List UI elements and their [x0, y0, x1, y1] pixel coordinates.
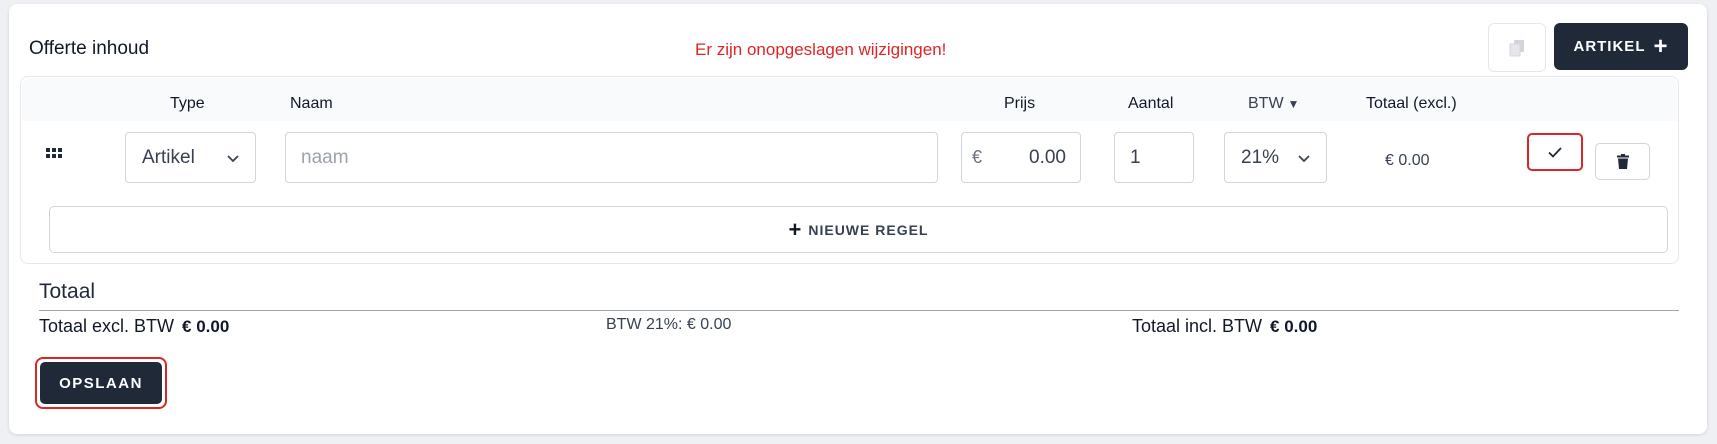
sort-caret-icon: ▼ [1287, 97, 1300, 111]
total-incl-label: Totaal incl. BTW [1132, 316, 1263, 336]
column-header-vat[interactable]: BTW ▼ [1248, 95, 1299, 113]
column-header-name: Naam [290, 95, 333, 112]
column-header-price: Prijs [1004, 95, 1036, 112]
name-input[interactable]: naam [285, 132, 938, 183]
copy-icon [1509, 39, 1524, 56]
total-excl-value: € 0.00 [182, 317, 230, 336]
row-total: € 0.00 [1385, 152, 1430, 169]
type-select-value: Artikel [142, 146, 195, 168]
chevron-down-icon [227, 154, 239, 162]
check-icon [1548, 146, 1562, 158]
name-input-placeholder: naam [301, 146, 349, 168]
chevron-down-icon [1298, 154, 1310, 162]
unsaved-changes-notice: Er zijn onopgeslagen wijzigingen! [695, 40, 947, 59]
vat-select-value: 21% [1241, 146, 1280, 168]
totals-heading: Totaal [39, 280, 96, 303]
total-excl-label: Totaal excl. BTW [39, 316, 175, 336]
add-article-button[interactable]: ARTIKEL + [1554, 23, 1688, 70]
currency-symbol: € [972, 147, 983, 167]
section-title: Offerte inhoud [29, 38, 150, 59]
vat-select[interactable]: 21% [1224, 132, 1327, 183]
total-incl-vat: Totaal incl. BTW € 0.00 [1132, 316, 1317, 337]
total-excl-vat: Totaal excl. BTW € 0.00 [39, 316, 229, 337]
trash-icon [1616, 154, 1629, 169]
save-button[interactable]: OPSLAAN [40, 362, 162, 404]
add-line-label: NIEUWE REGEL [808, 221, 929, 238]
drag-handle-icon[interactable] [46, 148, 62, 160]
type-select[interactable]: Artikel [125, 132, 256, 183]
price-input[interactable]: € 0.00 [961, 132, 1081, 183]
price-value: 0.00 [1029, 146, 1066, 168]
column-header-vat-label: BTW [1248, 95, 1284, 112]
add-article-label: ARTIKEL [1573, 38, 1646, 55]
add-line-button[interactable]: + NIEUWE REGEL [49, 206, 1668, 253]
column-header-quantity: Aantal [1128, 95, 1174, 112]
total-incl-value: € 0.00 [1270, 317, 1318, 336]
plus-icon: + [1653, 32, 1669, 60]
copy-button[interactable] [1488, 23, 1546, 72]
quantity-value: 1 [1130, 146, 1141, 168]
totals-divider [39, 310, 1679, 311]
quantity-input[interactable]: 1 [1114, 132, 1194, 183]
column-header-type: Type [170, 95, 205, 112]
delete-row-button[interactable] [1595, 143, 1650, 180]
plus-icon: + [788, 216, 803, 242]
confirm-row-button[interactable] [1527, 133, 1583, 171]
column-header-total: Totaal (excl.) [1366, 95, 1457, 112]
vat-amount: BTW 21%: € 0.00 [606, 316, 732, 333]
